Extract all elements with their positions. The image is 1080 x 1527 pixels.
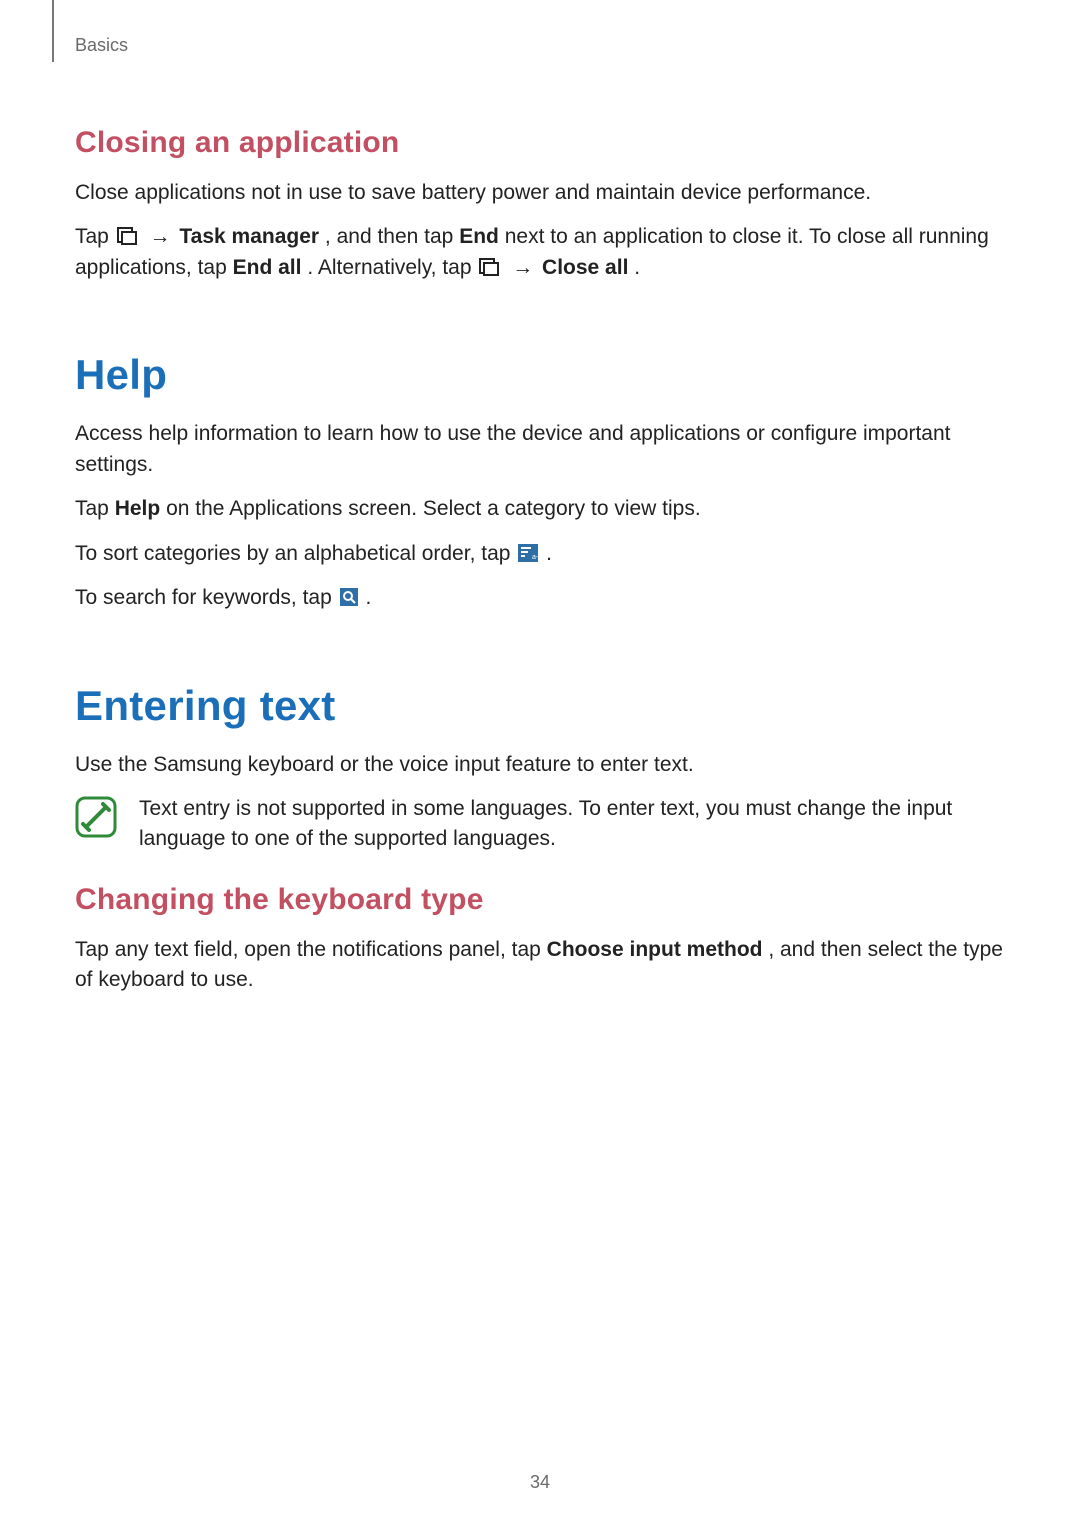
heading-help: Help [75, 351, 1005, 399]
sort-alpha-icon: a-z [518, 544, 538, 562]
choose-input-method-label: Choose input method [547, 938, 763, 961]
header-margin-line [52, 0, 54, 62]
heading-changing-keyboard-type: Changing the keyboard type [75, 883, 1005, 917]
text-fragment: , and then tap [325, 225, 459, 248]
end-all-label: End all [233, 256, 302, 279]
text-fragment: . Alternatively, tap [307, 256, 477, 279]
close-all-label: Close all [542, 256, 628, 279]
text-fragment: To sort categories by an alphabetical or… [75, 542, 516, 565]
text-fragment: To search for keywords, tap [75, 586, 338, 609]
text-fragment: . [365, 586, 371, 609]
help-paragraph-4: To search for keywords, tap . [75, 583, 1005, 613]
help-paragraph-2: Tap Help on the Applications screen. Sel… [75, 494, 1005, 524]
heading-closing-application: Closing an application [75, 126, 1005, 160]
help-paragraph-3: To sort categories by an alphabetical or… [75, 539, 1005, 569]
text-fragment: on the Applications screen. Select a cat… [166, 497, 701, 520]
task-manager-label: Task manager [179, 225, 319, 248]
arrow-icon: → [147, 225, 180, 248]
text-fragment: Tap [75, 225, 115, 248]
note-icon [75, 796, 117, 838]
text-fragment: Tap any text field, open the notificatio… [75, 938, 547, 961]
arrow-icon: → [509, 256, 542, 279]
recent-apps-icon [117, 227, 139, 245]
closing-paragraph-1: Close applications not in use to save ba… [75, 178, 1005, 208]
search-icon [340, 588, 358, 606]
keyboard-type-paragraph-1: Tap any text field, open the notificatio… [75, 935, 1005, 996]
heading-entering-text: Entering text [75, 682, 1005, 730]
page-number: 34 [0, 1472, 1080, 1493]
note-text: Text entry is not supported in some lang… [139, 794, 1005, 855]
help-paragraph-1: Access help information to learn how to … [75, 419, 1005, 480]
breadcrumb: Basics [75, 35, 1005, 56]
text-fragment: . [634, 256, 640, 279]
help-label: Help [115, 497, 161, 520]
svg-text:a-z: a-z [532, 554, 538, 561]
text-fragment: Tap [75, 497, 115, 520]
entering-text-paragraph-1: Use the Samsung keyboard or the voice in… [75, 750, 1005, 780]
end-label: End [459, 225, 499, 248]
note-block: Text entry is not supported in some lang… [75, 794, 1005, 855]
closing-paragraph-2: Tap → Task manager , and then tap End ne… [75, 222, 1005, 283]
recent-apps-icon [479, 258, 501, 276]
text-fragment: . [546, 542, 552, 565]
